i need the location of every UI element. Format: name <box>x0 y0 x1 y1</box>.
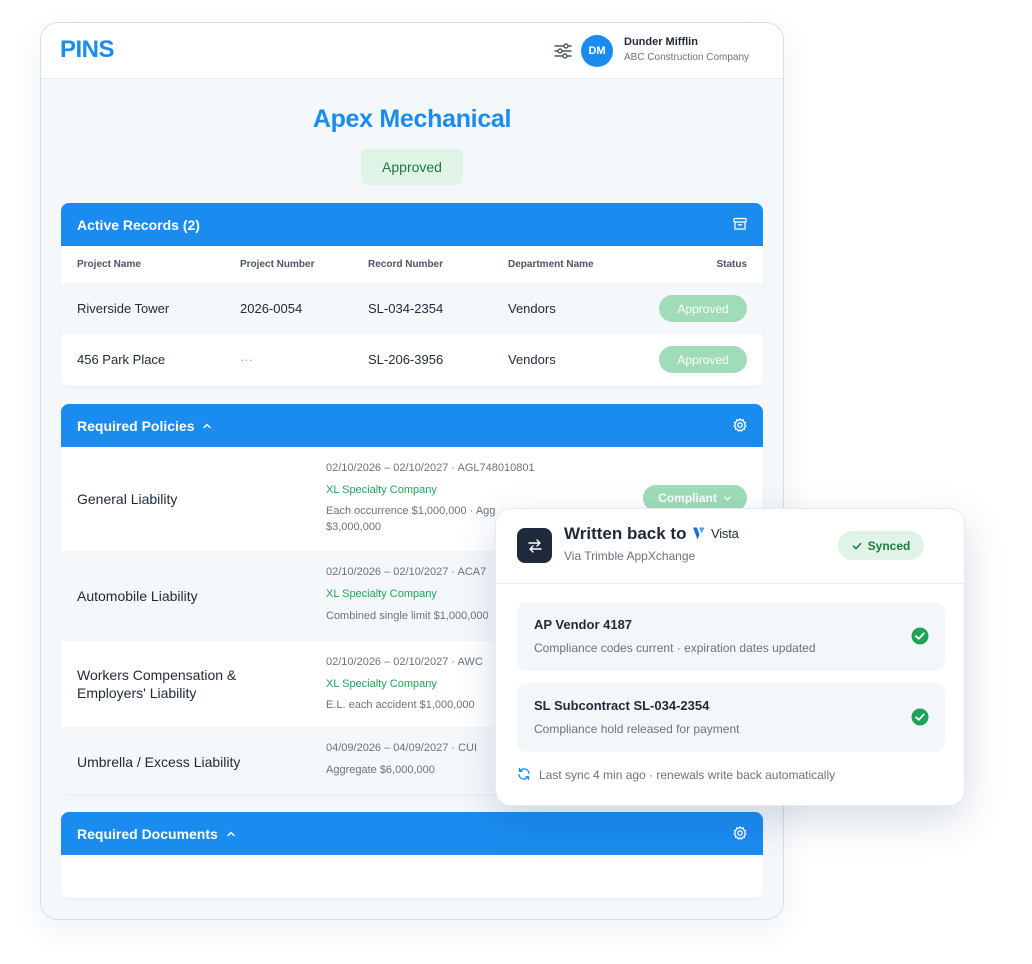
col-project-number[interactable]: Project Number <box>240 259 314 270</box>
sync-footer: Last sync 4 min ago · renewals write bac… <box>539 768 836 782</box>
cell-project-number: ··· <box>240 352 253 367</box>
policy-name: Workers Compensation & Employers' Liabil… <box>77 667 237 701</box>
sync-card: Written back to Vista Via Trimble AppXch… <box>495 508 965 806</box>
cell-record-number: SL-206-3956 <box>368 352 444 367</box>
table-row[interactable]: 456 Park Place ··· SL-206-3956 Vendors A… <box>61 334 763 385</box>
active-records-panel: Active Records (2) Project Name Project … <box>61 203 763 386</box>
gear-icon[interactable] <box>732 825 748 841</box>
cell-project-name: Riverside Tower <box>77 301 170 316</box>
swap-icon <box>517 528 552 563</box>
cell-record-number: SL-034-2354 <box>368 301 444 316</box>
col-department-name[interactable]: Department Name <box>508 259 594 270</box>
active-records-header: Active Records (2) <box>61 203 763 246</box>
cell-department: Vendors <box>508 352 556 367</box>
policy-dates: 02/10/2026 – 02/10/2027 · ACA7 <box>326 566 487 578</box>
required-documents-panel: Required Documents <box>61 812 763 898</box>
check-circle-icon <box>911 708 929 726</box>
vista-logo-icon <box>693 527 705 540</box>
policy-dates: 02/10/2026 – 02/10/2027 · AGL748010801 <box>326 462 535 474</box>
chevron-up-icon[interactable] <box>226 829 236 839</box>
cell-project-number: 2026-0054 <box>240 301 303 316</box>
top-bar: PINS DM Dunder Mifflin ABC Construction … <box>41 23 783 79</box>
col-record-number[interactable]: Record Number <box>368 259 443 270</box>
archive-icon[interactable] <box>732 216 748 232</box>
avatar[interactable]: DM <box>581 35 613 67</box>
filter-icon[interactable] <box>553 42 573 60</box>
policy-dates: 04/09/2026 – 04/09/2027 · CUI <box>326 742 478 754</box>
table-row[interactable]: Riverside Tower 2026-0054 SL-034-2354 Ve… <box>61 283 763 334</box>
cell-department: Vendors <box>508 301 556 316</box>
chevron-down-icon <box>723 496 731 501</box>
user-name: Dunder Mifflin <box>624 36 698 48</box>
policy-name: Automobile Liability <box>77 588 198 604</box>
sync-title: Written back to <box>564 524 687 543</box>
policy-dates: 02/10/2026 – 02/10/2027 · AWC <box>326 656 483 668</box>
row-status-badge: Approved <box>659 295 747 322</box>
check-circle-icon <box>911 627 929 645</box>
sync-item[interactable]: AP Vendor 4187 Compliance codes current … <box>517 602 945 671</box>
user-company: ABC Construction Company <box>624 52 750 63</box>
compliant-label: Compliant <box>658 491 717 505</box>
policy-carrier: XL Specialty Company <box>326 484 437 496</box>
status-badge: Approved <box>361 149 463 185</box>
policy-carrier: XL Specialty Company <box>326 588 437 600</box>
required-policies-title: Required Policies <box>77 417 195 434</box>
chevron-up-icon[interactable] <box>202 421 212 431</box>
policy-detail: Aggregate $6,000,000 <box>326 764 435 776</box>
policy-carrier: XL Specialty Company <box>326 678 437 690</box>
refresh-icon[interactable] <box>517 767 531 781</box>
policy-name: General Liability <box>77 491 178 507</box>
policy-detail: Combined single limit $1,000,000 <box>326 610 489 622</box>
vista-logo: Vista <box>692 526 739 541</box>
col-status[interactable]: Status <box>716 259 747 270</box>
col-project-name[interactable]: Project Name <box>77 259 141 270</box>
sync-item-desc: Compliance codes current · expiration da… <box>534 641 816 655</box>
policy-detail-2: $3,000,000 <box>326 521 382 533</box>
synced-label: Synced <box>867 538 911 553</box>
gear-icon[interactable] <box>732 417 748 433</box>
sync-item-title: AP Vendor 4187 <box>534 617 633 632</box>
check-icon <box>852 542 862 549</box>
divider <box>496 583 964 584</box>
required-policies-header[interactable]: Required Policies <box>61 404 763 447</box>
active-records-title: Active Records (2) <box>77 216 200 233</box>
page-title: Apex Mechanical <box>312 105 512 133</box>
policy-detail: Each occurrence $1,000,000 · Agg <box>326 505 496 517</box>
required-documents-header[interactable]: Required Documents <box>61 812 763 855</box>
sync-subtitle: Via Trimble AppXchange <box>564 549 696 563</box>
sync-item-desc: Compliance hold released for payment <box>534 722 740 736</box>
row-status-badge: Approved <box>659 346 747 373</box>
policy-name: Umbrella / Excess Liability <box>77 754 241 770</box>
sync-item[interactable]: SL Subcontract SL-034-2354 Compliance ho… <box>517 683 945 752</box>
synced-badge: Synced <box>838 531 924 560</box>
required-documents-title: Required Documents <box>77 825 218 842</box>
sync-item-title: SL Subcontract SL-034-2354 <box>534 698 710 713</box>
pins-logo[interactable]: PINS <box>60 36 115 64</box>
policy-detail: E.L. each accident $1,000,000 <box>326 699 475 711</box>
cell-project-name: 456 Park Place <box>77 352 166 367</box>
vista-brand: Vista <box>711 526 739 541</box>
